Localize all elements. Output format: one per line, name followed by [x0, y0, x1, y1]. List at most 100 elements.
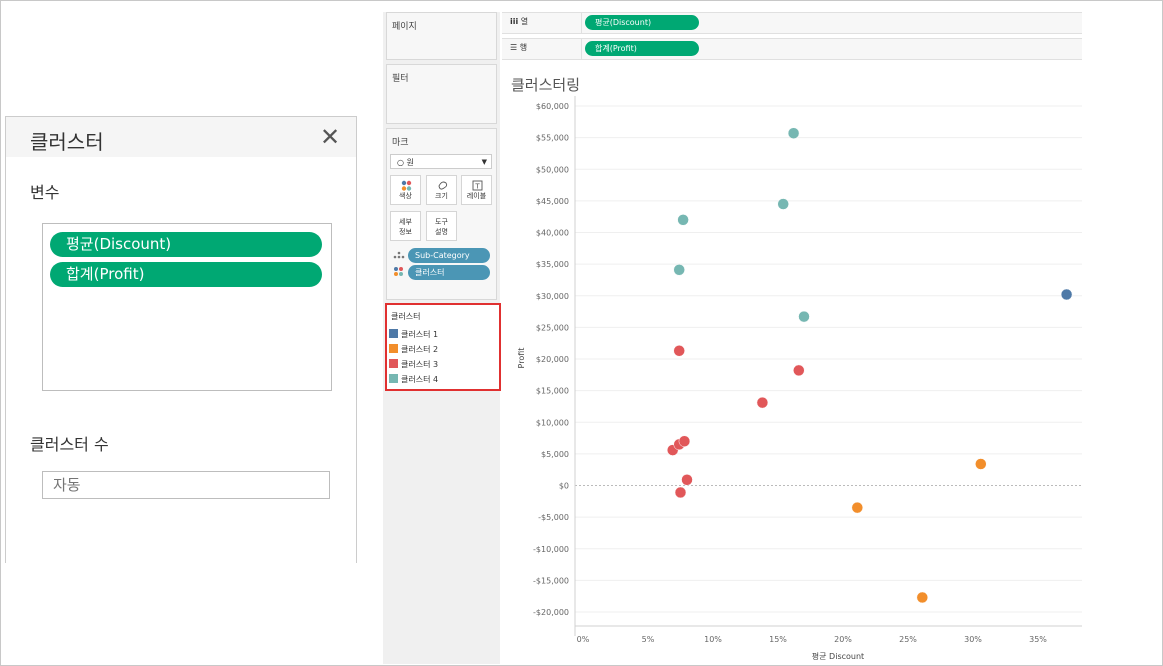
- x-tick-label: 15%: [769, 635, 787, 644]
- rows-label-text: 행: [519, 43, 528, 52]
- legend-item-3[interactable]: 클러스터 3: [389, 359, 438, 370]
- size-button-label: 크기: [435, 192, 448, 200]
- filters-card[interactable]: 필터: [386, 64, 497, 124]
- rows-pill-profit[interactable]: 합계(Profit): [585, 41, 699, 56]
- dialog-title: 클러스터: [30, 130, 104, 154]
- pages-card[interactable]: 페이지: [386, 12, 497, 60]
- x-tick-label: 20%: [834, 635, 852, 644]
- color-button-label: 색상: [399, 192, 412, 200]
- cluster-dialog: 클러스터 ✕ 변수 평균(Discount) 합계(Profit) 클러스터 수: [5, 116, 357, 563]
- columns-shelf-label: iii 열: [510, 16, 528, 27]
- x-tick-label: 35%: [1029, 635, 1047, 644]
- variable-pill-profit[interactable]: 합계(Profit): [50, 262, 322, 287]
- scatter-point: [756, 396, 769, 409]
- y-tick-label: $60,000: [536, 102, 569, 111]
- scatter-point: [673, 345, 685, 357]
- y-tick-label: -$10,000: [533, 545, 569, 554]
- cluster-count-label: 클러스터 수: [30, 435, 109, 454]
- scatter-point: [673, 264, 685, 276]
- x-tick-label: 5%: [642, 635, 655, 644]
- x-axis-title: 평균 Discount: [812, 651, 864, 661]
- legend-title: 클러스터: [391, 312, 421, 321]
- scatter-point: [787, 127, 800, 139]
- variables-box[interactable]: 평균(Discount) 합계(Profit): [42, 223, 332, 391]
- label-button[interactable]: T 레이블: [461, 175, 492, 205]
- mark-type-dropdown[interactable]: ○ 원 ▼: [390, 154, 492, 169]
- scatter-point: [681, 474, 693, 486]
- y-tick-label: $30,000: [536, 292, 569, 301]
- legend-swatch: [389, 344, 398, 353]
- scatter-point: [1060, 288, 1073, 301]
- marks-label: 마크: [392, 138, 409, 148]
- legend-swatch: [389, 359, 398, 368]
- x-tick-label: 10%: [704, 635, 722, 644]
- scatter-point: [674, 486, 687, 499]
- y-tick-label: -$15,000: [533, 576, 569, 585]
- tooltip-button-label: 도구 설명: [435, 218, 448, 236]
- columns-shelf[interactable]: iii 열 평균(Discount): [502, 12, 1082, 34]
- legend-item-4[interactable]: 클러스터 4: [389, 374, 438, 385]
- variables-label: 변수: [30, 183, 60, 202]
- tooltip-button[interactable]: 도구 설명: [426, 211, 457, 241]
- x-tick-label: 0%: [577, 635, 590, 644]
- y-tick-label: $0: [559, 482, 569, 491]
- x-tick-label: 25%: [899, 635, 917, 644]
- rows-icon: ☰: [510, 43, 518, 52]
- detail-field-icon: [393, 251, 405, 259]
- legend-label: 클러스터 1: [401, 330, 439, 339]
- y-tick-label: $40,000: [536, 229, 569, 238]
- shelf-divider: [581, 13, 582, 33]
- cluster-legend: 클러스터 클러스터 1 클러스터 2 클러스터 3 클러스터 4: [385, 303, 501, 391]
- rows-shelf[interactable]: ☰ 행 합계(Profit): [502, 38, 1082, 60]
- columns-label-text: 열: [520, 17, 529, 26]
- shelf-divider: [581, 39, 582, 59]
- filters-label: 필터: [392, 74, 409, 84]
- variable-pill-discount[interactable]: 평균(Discount): [50, 232, 322, 257]
- y-tick-label: -$5,000: [538, 513, 569, 522]
- legend-label: 클러스터 3: [401, 360, 439, 369]
- scatter-point: [798, 310, 810, 323]
- y-tick-label: $45,000: [536, 197, 569, 206]
- cluster-count-input[interactable]: [42, 471, 330, 499]
- scatter-point: [851, 501, 864, 514]
- legend-item-1[interactable]: 클러스터 1: [389, 329, 438, 340]
- y-tick-label: $25,000: [536, 323, 569, 332]
- columns-icon: iii: [510, 17, 519, 26]
- scatter-point: [916, 591, 929, 604]
- detail-button-label: 세부 정보: [399, 218, 412, 236]
- y-tick-label: $35,000: [536, 260, 569, 269]
- pages-label: 페이지: [392, 22, 417, 32]
- legend-item-2[interactable]: 클러스터 2: [389, 344, 438, 355]
- color-button[interactable]: 색상: [390, 175, 421, 205]
- legend-label: 클러스터 4: [401, 375, 439, 384]
- y-tick-label: $5,000: [541, 450, 569, 459]
- size-button[interactable]: 크기: [426, 175, 457, 205]
- scatter-point: [793, 364, 805, 377]
- y-tick-label: -$20,000: [533, 608, 569, 617]
- scatter-point: [678, 435, 691, 447]
- scatter-point: [777, 198, 789, 210]
- y-tick-label: $50,000: [536, 165, 569, 174]
- sheet-title: 클러스터링: [511, 76, 581, 94]
- color-field-icon: [394, 267, 403, 276]
- y-tick-label: $10,000: [536, 418, 569, 427]
- svg-text:T: T: [474, 183, 480, 191]
- x-tick-label: 30%: [964, 635, 982, 644]
- scatter-point: [677, 214, 689, 226]
- rows-shelf-label: ☰ 행: [510, 42, 527, 53]
- field-pill-cluster[interactable]: 클러스터: [408, 265, 490, 280]
- label-button-label: 레이블: [466, 192, 487, 200]
- y-tick-label: $20,000: [536, 355, 569, 364]
- detail-button[interactable]: 세부 정보: [390, 211, 421, 241]
- dialog-header: 클러스터 ✕: [6, 117, 356, 157]
- scatter-chart: -$20,000 -$15,000 -$10,000 -$5,000 $0 $5,000 $…: [517, 96, 1082, 661]
- chevron-down-icon: ▼: [481, 158, 487, 166]
- mark-type-value: ○ 원: [397, 158, 414, 167]
- y-tick-label: $15,000: [536, 387, 569, 396]
- close-icon[interactable]: ✕: [320, 123, 340, 151]
- y-axis-title: Profit: [517, 348, 526, 369]
- field-pill-sub-category[interactable]: Sub-Category: [408, 248, 490, 263]
- legend-label: 클러스터 2: [401, 345, 439, 354]
- columns-pill-discount[interactable]: 평균(Discount): [585, 15, 699, 30]
- y-tick-label: $55,000: [536, 134, 569, 143]
